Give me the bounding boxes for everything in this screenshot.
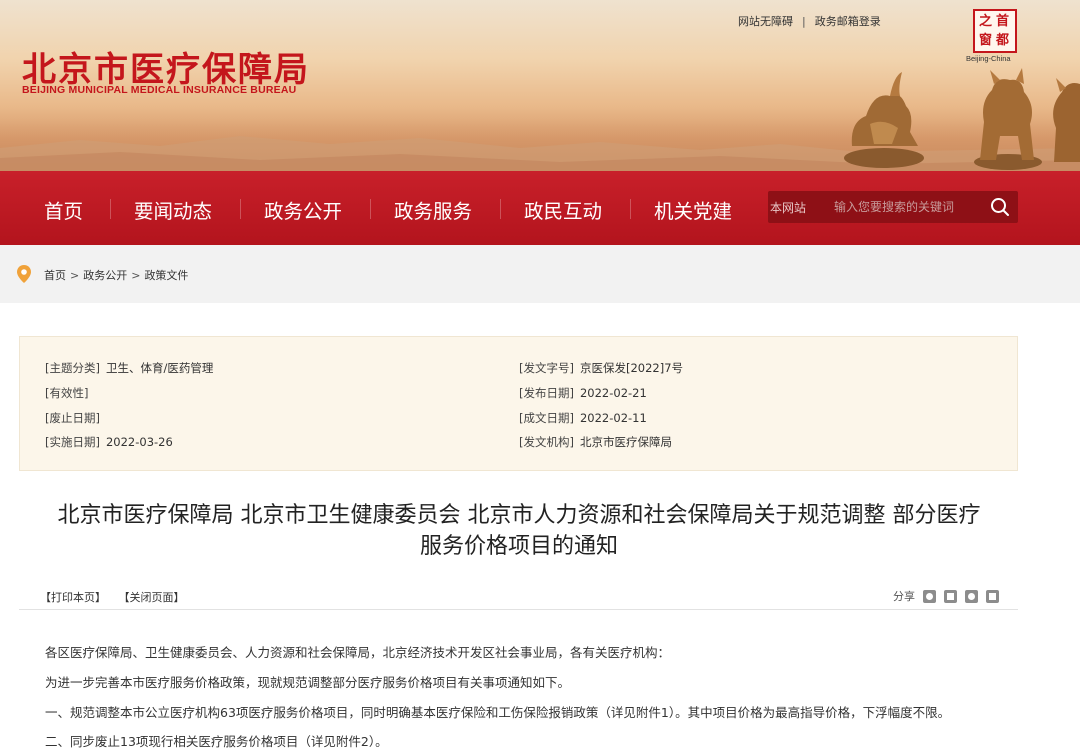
close-page-button[interactable]: 【关闭页面】 [124,591,185,604]
print-page-button[interactable]: 【打印本页】 [40,591,106,604]
meta-repeal-date: [废止日期] [45,410,106,426]
breadcrumb-policy-docs[interactable]: 政策文件 [144,269,188,282]
capital-window-logo[interactable]: 首 都 之 窗 [973,9,1017,53]
bronze-statues-image [844,68,1080,170]
meta-key: [主题分类] [45,361,100,375]
meta-value: 北京市医疗保障局 [579,435,672,449]
search-scope-label[interactable]: 本网站 [770,199,806,216]
article-title-line: 服务价格项目的通知 [419,534,618,559]
gov-mail-login-link[interactable]: 政务邮箱登录 [815,15,881,28]
meta-key: [发布日期] [519,386,574,400]
meta-value: 2022-02-21 [579,386,647,400]
logo-glyph-4: 窗 [979,33,993,48]
meta-validity: [有效性] [45,385,94,401]
meta-doc-number: [发文字号] 京医保发[2022]7号 [519,360,683,376]
location-pin-icon [17,265,31,283]
search-input[interactable] [834,195,984,219]
divider [19,609,1018,610]
nav-gov-affairs-open[interactable]: 政务公开 [264,195,342,224]
logo-glyph-1: 首 [996,14,1010,29]
body-paragraph: 一、规范调整本市公立医疗机构63项医疗服务价格项目，同时明确基本医疗保险和工伤保… [45,705,951,720]
share-qzone-icon[interactable] [944,589,957,603]
meta-key: [废止日期] [45,411,100,425]
nav-interaction[interactable]: 政民互动 [524,195,602,224]
share-bar: 分享 [893,588,999,604]
meta-value: 京医保发[2022]7号 [579,361,684,375]
meta-effective-date: [实施日期] 2022-03-26 [45,434,173,450]
body-paragraph: 二、同步废止13项现行相关医疗服务价格项目（详见附件2）。 [45,734,388,749]
article-title: 北京市医疗保障局 北京市卫生健康委员会 北京市人力资源和社会保障局关于规范调整 … [20,500,1018,562]
meta-topic: [主题分类] 卫生、体育/医药管理 [45,360,213,376]
nav-divider [370,199,371,219]
nav-divider [240,199,241,219]
page-tools: 【打印本页】 【关闭页面】 [40,589,203,605]
share-people-icon[interactable] [986,589,999,603]
nav-divider [500,199,501,219]
meta-written-date: [成文日期] 2022-02-11 [519,410,647,426]
breadcrumb-gov-open[interactable]: 政务公开 [83,269,127,282]
breadcrumb: 首页 > 政务公开 > 政策文件 [44,267,188,283]
breadcrumb-separator: > [131,269,141,282]
logo-glyph-2: 都 [996,33,1010,48]
header-banner: 北京市医疗保障局 BEIJING MUNICIPAL MEDICAL INSUR… [0,0,1080,171]
body-paragraph: 为进一步完善本市医疗服务价格政策，现就规范调整部分医疗服务价格项目有关事项通知如… [45,675,571,690]
meta-publish-date: [发布日期] 2022-02-21 [519,385,647,401]
meta-issuing-agency: [发文机构] 北京市医疗保障局 [519,434,672,450]
meta-key: [有效性] [45,386,89,400]
accessibility-link[interactable]: 网站无障碍 [738,15,793,28]
breadcrumb-home[interactable]: 首页 [44,269,66,282]
meta-value: 2022-03-26 [105,435,173,449]
breadcrumb-separator: > [70,269,80,282]
top-link-separator: | [802,15,806,28]
site-subtitle: BEIJING MUNICIPAL MEDICAL INSURANCE BURE… [22,84,297,96]
share-label: 分享 [893,590,915,603]
article-title-line: 北京市医疗保障局 北京市卫生健康委员会 北京市人力资源和社会保障局关于规范调整 … [57,503,981,528]
meta-value: 2022-02-11 [579,411,647,425]
body-paragraph: 各区医疗保障局、卫生健康委员会、人力资源和社会保障局，北京经济技术开发区社会事业… [45,645,671,660]
top-links: 网站无障碍 | 政务邮箱登录 [738,13,881,29]
nav-divider [630,199,631,219]
logo-glyph-3: 之 [979,14,993,29]
share-wechat-icon[interactable] [965,589,978,603]
nav-home[interactable]: 首页 [44,195,83,224]
site-search: 本网站 [768,191,1018,223]
nav-divider [110,199,111,219]
meta-key: [实施日期] [45,435,100,449]
meta-key: [发文机构] [519,435,574,449]
document-metadata: [主题分类] 卫生、体育/医药管理 [有效性] [废止日期] [实施日期] 2022… [19,336,1018,471]
meta-value: 卫生、体育/医药管理 [105,361,214,375]
search-icon[interactable] [988,195,1012,219]
meta-key: [发文字号] [519,361,574,375]
nav-news[interactable]: 要闻动态 [134,195,212,224]
breadcrumb-bar: 首页 > 政务公开 > 政策文件 [0,245,1080,303]
meta-key: [成文日期] [519,411,574,425]
nav-party-building[interactable]: 机关党建 [654,195,732,224]
nav-gov-services[interactable]: 政务服务 [394,195,472,224]
share-weibo-icon[interactable] [923,589,936,603]
